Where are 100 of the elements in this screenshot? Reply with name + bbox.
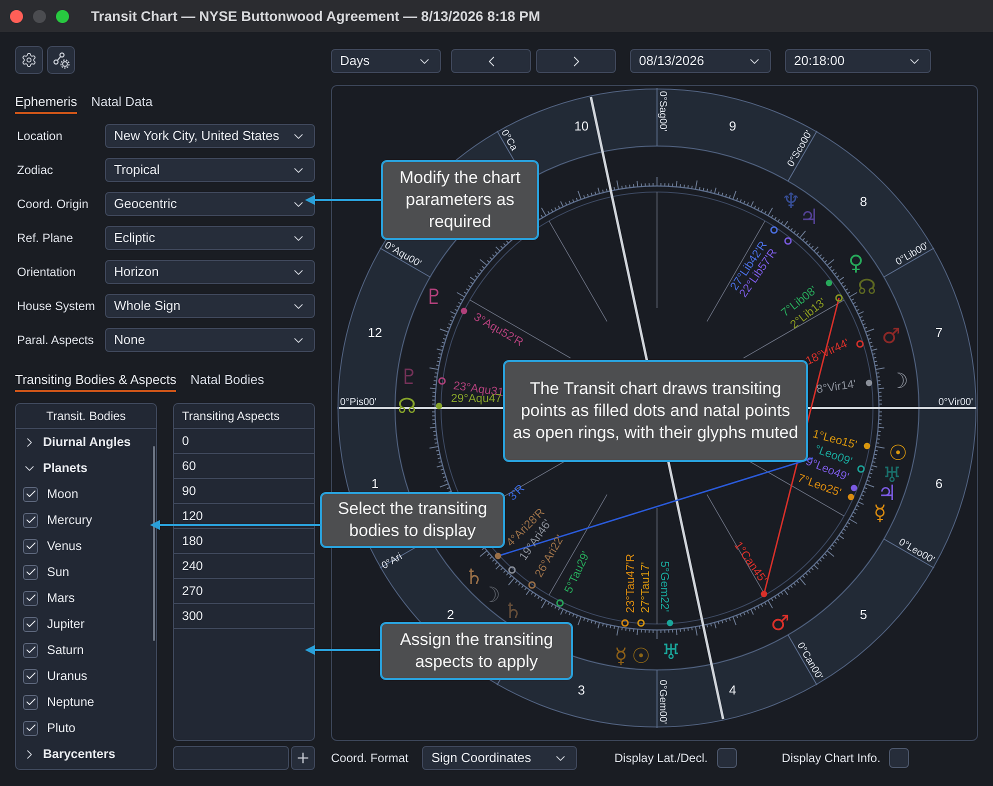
aspect-row[interactable]: 180 — [174, 529, 314, 554]
checkbox[interactable] — [23, 668, 38, 684]
check-icon — [24, 722, 36, 734]
position-label: 5°Gem22' — [658, 561, 670, 612]
house-number: 2 — [446, 606, 454, 622]
settings-button[interactable] — [15, 46, 43, 74]
checkbox[interactable] — [716, 748, 737, 768]
setting-dropdown[interactable]: Horizon — [105, 260, 315, 284]
check-icon — [24, 514, 36, 526]
aspect-row[interactable]: 90 — [174, 479, 314, 504]
checkbox[interactable] — [23, 486, 38, 502]
field-label: Coord. Format — [331, 750, 408, 767]
check-icon — [24, 618, 36, 630]
house-number: 7 — [935, 324, 943, 340]
setting-dropdown[interactable]: None — [105, 328, 315, 352]
zoom-window-button[interactable] — [56, 10, 69, 22]
checkbox[interactable] — [889, 748, 910, 768]
tab[interactable]: Ephemeris — [15, 92, 78, 114]
aspect-row[interactable]: 60 — [174, 454, 314, 479]
checkbox[interactable] — [23, 616, 38, 632]
date-dropdown[interactable]: 08/13/2026 — [630, 49, 771, 73]
checkbox[interactable] — [23, 694, 38, 710]
aspect-input-field[interactable] — [173, 746, 289, 770]
aspect-row[interactable]: 270 — [174, 579, 314, 604]
planet-glyph: ☽ — [482, 583, 500, 607]
checkbox[interactable] — [23, 564, 38, 580]
planet-glyph: ♅ — [662, 640, 680, 664]
callout: The Transit chart draws transiting points as filled dots and natal points as open rings, with their glyphs muted — [503, 360, 808, 462]
checkbox[interactable] — [23, 720, 38, 736]
time-dropdown[interactable]: 20:18:00 — [785, 49, 931, 73]
field-label: Ref. Plane — [16, 230, 74, 247]
tree-group-row[interactable]: Diurnal Angles — [16, 429, 156, 455]
body-label: Neptune — [47, 694, 94, 711]
tree-group-row[interactable]: Barycenters — [16, 741, 156, 767]
planet-glyph: ♆ — [782, 189, 800, 213]
option-label: Display Chart Info. — [782, 750, 880, 767]
add-button[interactable] — [291, 746, 315, 770]
setting-dropdown[interactable]: Whole Sign — [105, 294, 315, 318]
aspect-row[interactable]: 300 — [174, 604, 314, 629]
sign-cusp-label: 0°Gem00' — [657, 680, 668, 724]
check-icon — [24, 488, 36, 500]
tab[interactable]: Transiting Bodies & Aspects — [15, 370, 176, 392]
field-label: Zodiac — [16, 162, 54, 179]
field-label: Paral. Aspects — [16, 332, 95, 349]
planet-glyph: ♇ — [424, 285, 444, 309]
planet-glyph: ♇ — [400, 365, 418, 389]
sign-cusp-label: 0°Vir00' — [938, 397, 973, 408]
house-number: 6 — [935, 476, 943, 492]
house-number: 5 — [860, 606, 868, 622]
close-window-button[interactable] — [10, 10, 23, 22]
planet-glyph: ☿ — [614, 644, 628, 668]
aspect-row[interactable]: 120 — [174, 504, 314, 529]
settings-icon — [21, 52, 37, 68]
sign-cusp-label: 0°Sag00' — [657, 91, 668, 132]
checkbox[interactable] — [23, 538, 38, 554]
planet-glyph: ♂ — [770, 611, 790, 635]
position-label: 3'R — [506, 482, 528, 504]
checkbox[interactable] — [23, 642, 38, 658]
period-dropdown[interactable]: Days — [331, 49, 441, 73]
body-label: Uranus — [47, 668, 88, 685]
field-label: Coord. Origin — [16, 196, 90, 213]
planet-glyph: ☊ — [858, 275, 876, 299]
tree-group-row[interactable]: Planets — [16, 455, 156, 481]
chart-settings-button[interactable] — [47, 46, 75, 74]
checkbox[interactable] — [23, 512, 38, 528]
sign-cusp-label: 0°Pis00' — [340, 397, 376, 408]
tab[interactable]: Natal Data — [91, 92, 153, 114]
planet-glyph: ♃ — [800, 205, 818, 229]
field-label: Orientation — [16, 264, 77, 281]
coord-format-dropdown[interactable]: Sign Coordinates — [422, 746, 578, 770]
checkbox[interactable] — [23, 590, 38, 606]
tab[interactable]: Natal Bodies — [190, 370, 264, 392]
aspect-row[interactable]: 240 — [174, 554, 314, 579]
field-label: House System — [16, 298, 96, 315]
column-header: Transiting Aspects — [182, 408, 280, 425]
callout: Select the transiting bodies to display — [320, 492, 505, 548]
setting-dropdown[interactable]: Tropical — [105, 158, 315, 182]
setting-dropdown[interactable]: New York City, United States — [105, 124, 315, 148]
position-label: 8°Vir14' — [816, 378, 857, 396]
body-label: Saturn — [47, 642, 84, 659]
planet-glyph: ♂ — [882, 324, 900, 348]
body-label: Moon — [47, 486, 78, 503]
position-label: 23°Tau47'R — [625, 554, 637, 613]
house-number: 3 — [578, 682, 586, 698]
setting-dropdown[interactable]: Geocentric — [105, 192, 315, 216]
check-icon — [24, 696, 36, 708]
planet-glyph: ☉ — [888, 441, 908, 465]
position-label: 27°Tau17' — [640, 562, 652, 613]
house-number: 12 — [368, 324, 382, 340]
setting-dropdown[interactable]: Ecliptic — [105, 226, 315, 250]
scrollbar[interactable] — [153, 446, 155, 641]
check-icon — [24, 592, 36, 604]
body-label: Sun — [47, 564, 70, 581]
sign-cusp-label: 0°Ari — [380, 551, 404, 572]
planet-glyph: ♀ — [848, 251, 864, 275]
body-label: Venus — [47, 538, 82, 555]
aspect-row[interactable]: 0 — [174, 429, 314, 454]
check-icon — [24, 540, 36, 552]
body-label: Jupiter — [47, 616, 85, 633]
house-number: 8 — [860, 194, 868, 210]
